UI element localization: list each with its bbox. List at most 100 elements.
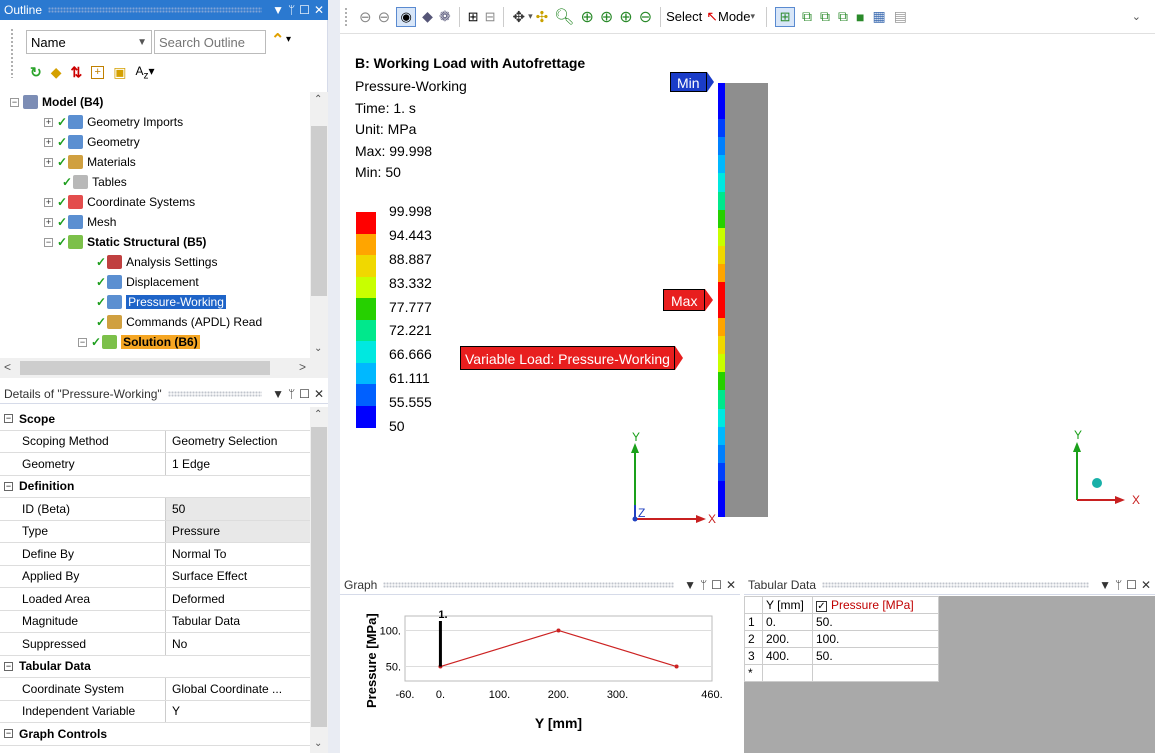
- check-icon[interactable]: ✓: [816, 601, 827, 612]
- model-body[interactable]: [724, 83, 768, 517]
- details-value[interactable]: Tabular Data: [166, 611, 310, 633]
- details-value[interactable]: 50: [166, 498, 310, 520]
- expand-icon[interactable]: +: [44, 197, 53, 207]
- details-value[interactable]: No: [166, 633, 310, 655]
- details-value[interactable]: Pressure: [166, 520, 310, 542]
- shaded-icon[interactable]: ◉: [396, 6, 417, 27]
- search-options-icon[interactable]: ⌃: [271, 30, 284, 50]
- expand-icon[interactable]: −: [10, 97, 19, 107]
- maximize-icon[interactable]: ☐: [299, 3, 310, 17]
- min-tag[interactable]: Min: [670, 72, 714, 92]
- tag-icon[interactable]: ◆: [51, 64, 62, 81]
- dropdown-icon[interactable]: ▼: [684, 578, 696, 592]
- details-row[interactable]: Geometry 1 Edge: [0, 453, 310, 476]
- dropdown-icon[interactable]: ▼: [272, 387, 284, 401]
- tree-item[interactable]: + ✓ Geometry Imports: [44, 112, 183, 132]
- scroll-left-icon[interactable]: <: [4, 360, 11, 374]
- pin-icon[interactable]: ᛘ: [700, 578, 707, 592]
- select-node-icon[interactable]: ▦: [873, 8, 886, 25]
- select-mesh-icon[interactable]: ▤: [894, 8, 907, 25]
- maximize-icon[interactable]: ☐: [1126, 578, 1137, 592]
- details-value[interactable]: Surface Effect: [166, 566, 310, 588]
- pin-icon[interactable]: ᛘ: [288, 387, 295, 401]
- zoom-in-icon[interactable]: ⊕: [580, 7, 593, 27]
- maximize-icon[interactable]: ☐: [299, 387, 310, 401]
- details-row[interactable]: Magnitude Tabular Data: [0, 610, 310, 633]
- alpha-sort-icon[interactable]: Az▾: [135, 64, 154, 81]
- hscroll-thumb[interactable]: [20, 361, 270, 375]
- details-row[interactable]: Applied By Surface Effect: [0, 565, 310, 588]
- details-row[interactable]: Coordinate System Global Coordinate ...: [0, 678, 310, 701]
- close-icon[interactable]: ✕: [726, 578, 736, 592]
- cell-pressure[interactable]: 50.: [812, 613, 939, 631]
- new-row-y[interactable]: [762, 664, 813, 682]
- details-value[interactable]: Global Coordinate ...: [166, 678, 310, 700]
- display-options-icon[interactable]: ❁: [439, 8, 451, 25]
- variable-load-tag[interactable]: Variable Load: Pressure-Working: [460, 346, 683, 370]
- refresh-icon[interactable]: ↻: [30, 64, 42, 81]
- expand-all-icon[interactable]: +: [91, 66, 105, 80]
- zoom-fit-icon[interactable]: ⊕: [619, 7, 632, 27]
- select-edge-icon[interactable]: ⧉: [802, 8, 812, 25]
- tree-hscrollbar[interactable]: < >: [0, 358, 328, 378]
- mode-label[interactable]: Mode: [718, 9, 751, 24]
- expand-icon[interactable]: +: [44, 157, 53, 167]
- collapse-icon[interactable]: −: [4, 481, 13, 491]
- expand-icon[interactable]: +: [44, 117, 53, 127]
- rotate-icon[interactable]: ✥: [512, 8, 525, 26]
- expand-icon[interactable]: +: [44, 137, 53, 147]
- cell-y[interactable]: 400.: [762, 647, 813, 665]
- details-value[interactable]: Geometry Selection: [166, 431, 310, 453]
- zoom-out-icon[interactable]: ⊖: [639, 7, 652, 27]
- select-vertex-icon[interactable]: ⊞: [775, 6, 796, 27]
- folder-icon[interactable]: ▣: [113, 64, 126, 81]
- details-row[interactable]: Define By Normal To: [0, 543, 310, 566]
- expand-icon[interactable]: −: [78, 337, 87, 347]
- col-header-y[interactable]: Y [mm]: [762, 596, 813, 614]
- details-value[interactable]: Deformed: [166, 588, 310, 610]
- scroll-thumb[interactable]: [311, 427, 327, 727]
- display-mode-icon[interactable]: ◆: [422, 8, 433, 25]
- details-value[interactable]: Y: [166, 701, 310, 723]
- collapse-icon[interactable]: −: [4, 414, 13, 423]
- details-row[interactable]: Suppressed No: [0, 633, 310, 656]
- tree-item[interactable]: ✓ Pressure-Working: [96, 292, 226, 312]
- close-icon[interactable]: ✕: [1141, 578, 1151, 592]
- tree-item[interactable]: ✓ Displacement: [96, 272, 199, 292]
- graphics-viewport[interactable]: B: Working Load with Autofrettage Pressu…: [340, 34, 1155, 574]
- details-value[interactable]: 1 Edge: [166, 453, 310, 475]
- expand-icon[interactable]: +: [44, 217, 53, 227]
- details-row[interactable]: Scoping Method Geometry Selection: [0, 430, 310, 453]
- scroll-right-icon[interactable]: >: [299, 360, 306, 374]
- details-section-header[interactable]: − Scope: [0, 408, 310, 431]
- search-input[interactable]: [154, 30, 266, 54]
- tree-item[interactable]: + ✓ Geometry: [44, 132, 140, 152]
- close-icon[interactable]: ✕: [314, 387, 324, 401]
- expand-icon[interactable]: −: [44, 237, 53, 247]
- details-section-header[interactable]: − Definition: [0, 475, 310, 498]
- scroll-down-icon[interactable]: ⌄: [314, 343, 322, 354]
- pan-icon[interactable]: ✣: [536, 8, 549, 26]
- select-element-icon[interactable]: ■: [856, 9, 864, 25]
- tree-item[interactable]: + ✓ Materials: [44, 152, 136, 172]
- cell-y[interactable]: 200.: [762, 630, 813, 648]
- zoom-box-icon[interactable]: ⊕: [600, 7, 613, 27]
- select-face-icon[interactable]: ⧉: [820, 8, 830, 25]
- select-label[interactable]: Select: [666, 9, 702, 24]
- tree-item[interactable]: + ✓ Mesh: [44, 212, 116, 232]
- tree-item[interactable]: − ✓ Static Structural (B5): [44, 232, 206, 252]
- tree-item[interactable]: − Model (B4): [10, 92, 103, 112]
- details-row[interactable]: Type Pressure: [0, 520, 310, 543]
- pin-icon[interactable]: ᛘ: [288, 3, 295, 17]
- dropdown-icon[interactable]: ▼: [1099, 578, 1111, 592]
- tree-item[interactable]: ✓ Commands (APDL) Read: [96, 312, 262, 332]
- zoom-prev-icon[interactable]: ⊖: [359, 8, 372, 26]
- zoom-next-icon[interactable]: ⊖: [378, 8, 391, 26]
- deselect-icon[interactable]: ⊟: [485, 9, 496, 25]
- select-body-icon[interactable]: ⧉: [838, 8, 848, 25]
- pressure-graph[interactable]: 1. 100. 50. -60. 0. 100. 200. 300. 460. Pressure …: [340, 596, 740, 753]
- collapse-icon[interactable]: −: [4, 729, 13, 738]
- details-value[interactable]: Normal To: [166, 543, 310, 565]
- splitter[interactable]: [328, 0, 340, 753]
- scroll-up-icon[interactable]: ⌃: [314, 409, 322, 420]
